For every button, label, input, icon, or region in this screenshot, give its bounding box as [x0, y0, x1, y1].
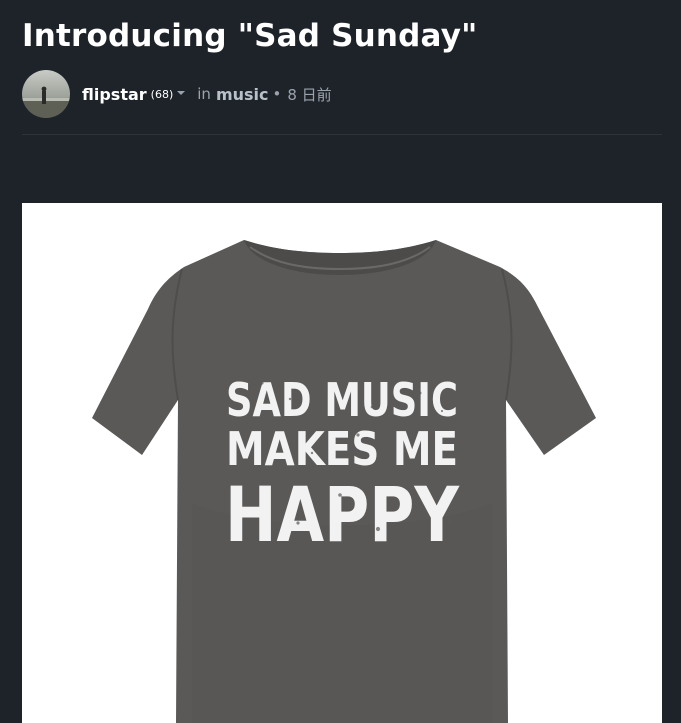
chevron-down-icon[interactable] [177, 91, 186, 95]
author-name[interactable]: flipstar [82, 85, 147, 104]
post-byline: flipstar (68) in music • 8 日前 [22, 70, 332, 118]
shirt-text-line-3: HAPPY [225, 470, 460, 559]
shirt-text-line-1: SAD MUSIC [226, 373, 458, 427]
community-prefix: in [197, 85, 211, 103]
post-page: Introducing "Sad Sunday" flipstar (68) i… [0, 0, 681, 723]
shirt-text-line-2: MAKES ME [226, 422, 458, 476]
post-title: Introducing "Sad Sunday" [22, 18, 478, 54]
author-reputation: (68) [150, 87, 174, 101]
avatar[interactable] [22, 70, 70, 118]
post-age: 8 日前 [287, 85, 332, 104]
tshirt-illustration: SAD MUSIC MAKES ME HAPPY [92, 240, 596, 723]
avatar-image [22, 70, 70, 118]
post-image[interactable]: SAD MUSIC MAKES ME HAPPY [22, 203, 662, 723]
header-divider [22, 134, 662, 135]
meta-separator: • [272, 85, 282, 103]
community-link[interactable]: music [216, 85, 269, 104]
